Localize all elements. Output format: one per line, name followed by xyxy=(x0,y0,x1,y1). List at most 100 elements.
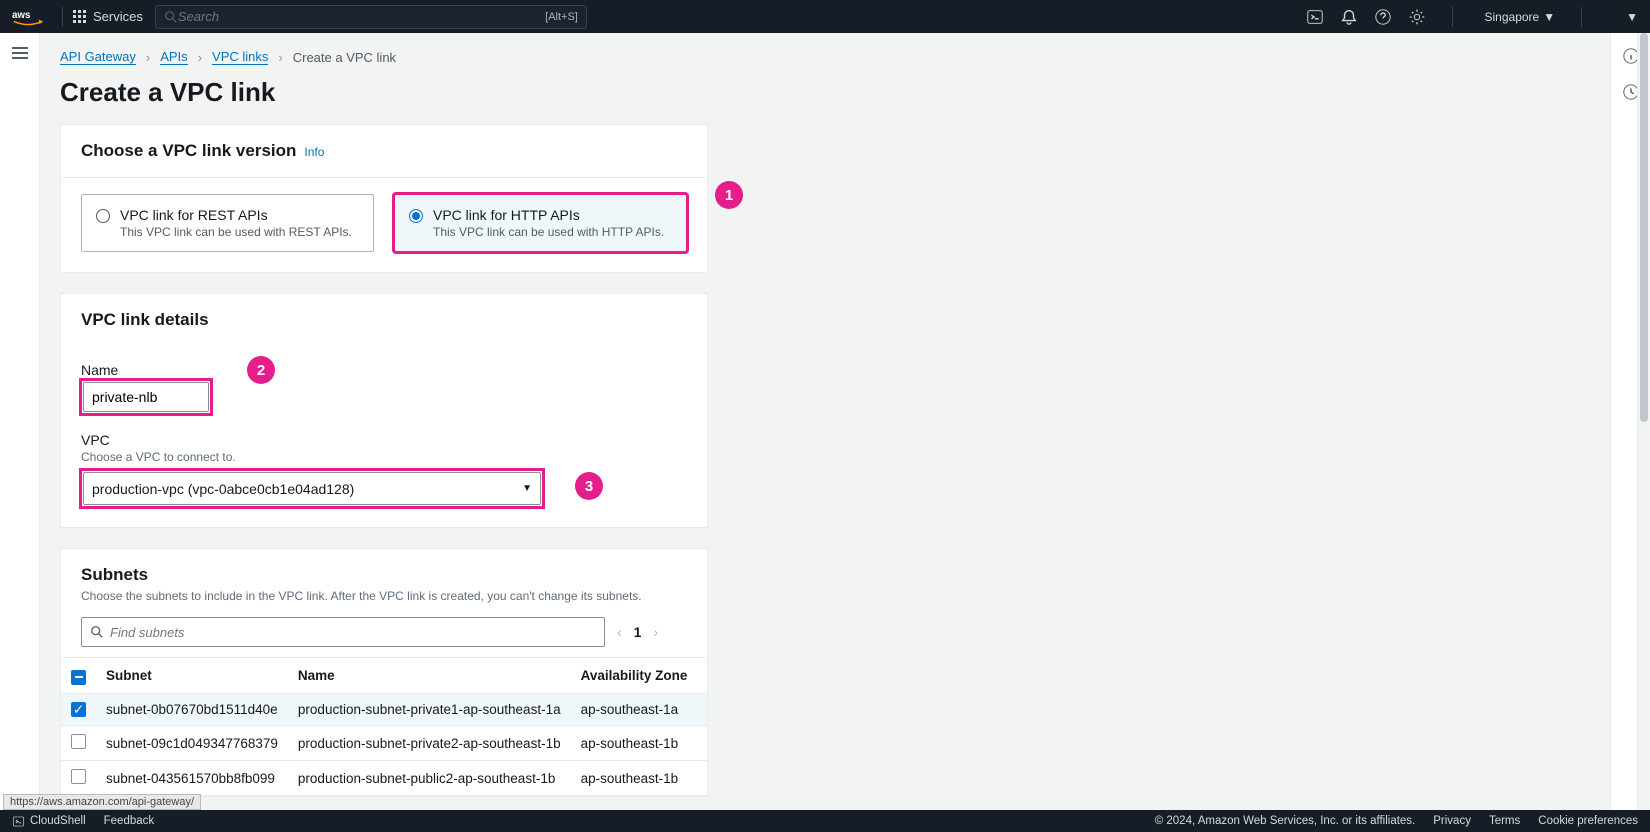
col-subnet[interactable]: Subnet xyxy=(96,658,288,694)
vpc-link-rest-option[interactable]: VPC link for REST APIs This VPC link can… xyxy=(81,194,374,252)
cell-az: ap-southeast-1b xyxy=(571,761,698,796)
cell-az: ap-southeast-1a xyxy=(571,693,698,726)
help-icon[interactable] xyxy=(1374,8,1392,26)
breadcrumb-vpc-links[interactable]: VPC links xyxy=(212,49,268,65)
search-shortcut: [Alt+S] xyxy=(545,11,578,23)
cell-subnet: subnet-0b07670bd1511d40e xyxy=(96,693,288,726)
cloudshell-icon[interactable] xyxy=(1306,8,1324,26)
annotation-marker-3: 3 xyxy=(575,472,603,500)
caret-down-icon: ▼ xyxy=(1626,10,1638,24)
divider xyxy=(1581,7,1582,27)
breadcrumb-current: Create a VPC link xyxy=(293,50,396,65)
copyright: © 2024, Amazon Web Services, Inc. or its… xyxy=(1155,815,1416,827)
row-checkbox[interactable] xyxy=(71,769,86,784)
account-menu[interactable]: ▼ xyxy=(1626,10,1638,24)
col-cidr[interactable]: Su xyxy=(697,658,707,694)
find-subnets-input[interactable] xyxy=(110,625,596,640)
svg-text:aws: aws xyxy=(12,9,31,20)
annotation-marker-2: 2 xyxy=(247,356,275,384)
cell-cidr: 10. xyxy=(697,726,707,761)
search-icon xyxy=(164,10,178,24)
bell-icon[interactable] xyxy=(1340,8,1358,26)
breadcrumb-apis[interactable]: APIs xyxy=(160,49,187,65)
services-menu[interactable]: Services xyxy=(73,9,143,24)
http-option-label: VPC link for HTTP APIs xyxy=(433,207,664,223)
subnets-desc: Choose the subnets to include in the VPC… xyxy=(81,589,687,603)
find-subnets[interactable] xyxy=(81,617,605,647)
breadcrumb-api-gateway[interactable]: API Gateway xyxy=(60,49,136,65)
vpc-select-value: production-vpc (vpc-0abce0cb1e04ad128) xyxy=(92,481,354,497)
search-input[interactable] xyxy=(178,9,545,24)
cloudshell-label: CloudShell xyxy=(30,815,86,827)
gear-icon[interactable] xyxy=(1408,8,1426,26)
cell-cidr: 10. xyxy=(697,693,707,726)
divider xyxy=(1452,7,1453,27)
row-checkbox[interactable]: ✓ xyxy=(71,702,86,717)
table-row[interactable]: subnet-043561570bb8fb099production-subne… xyxy=(61,761,707,796)
col-az[interactable]: Availability Zone xyxy=(571,658,698,694)
scrollbar[interactable] xyxy=(1637,33,1650,810)
hamburger-icon[interactable] xyxy=(12,47,28,59)
pagination: ‹ 1 › xyxy=(617,624,658,640)
side-nav-toggle-region xyxy=(0,33,40,810)
global-nav: aws Services [Alt+S] Singapore ▼ ▼ xyxy=(0,0,1650,33)
breadcrumb: API Gateway › APIs › VPC links › Create … xyxy=(40,33,1610,71)
cell-name: production-subnet-private1-ap-southeast-… xyxy=(288,693,571,726)
vpc-link-http-option[interactable]: VPC link for HTTP APIs This VPC link can… xyxy=(394,194,687,252)
cell-subnet: subnet-043561570bb8fb099 xyxy=(96,761,288,796)
cell-name: production-subnet-private2-ap-southeast-… xyxy=(288,726,571,761)
privacy-link[interactable]: Privacy xyxy=(1433,815,1471,827)
cloudshell-button[interactable]: CloudShell xyxy=(12,815,86,828)
rest-option-desc: This VPC link can be used with REST APIs… xyxy=(120,225,352,239)
cloudshell-icon xyxy=(12,815,25,828)
row-checkbox[interactable] xyxy=(71,734,86,749)
cell-subnet: subnet-09c1d049347768379 xyxy=(96,726,288,761)
annotation-marker-1: 1 xyxy=(715,181,743,209)
details-panel-title: VPC link details xyxy=(81,310,209,330)
caret-down-icon: ▼ xyxy=(1543,10,1555,24)
subnets-table: Subnet Name Availability Zone Su ✓ subnet… xyxy=(61,657,707,796)
prev-page[interactable]: ‹ xyxy=(617,624,622,640)
services-label: Services xyxy=(93,9,143,24)
table-row[interactable]: ✓ subnet-0b07670bd1511d40eproduction-subn… xyxy=(61,693,707,726)
chevron-right-icon: › xyxy=(278,50,282,65)
subnets-panel: Subnets Choose the subnets to include in… xyxy=(60,548,708,797)
vpc-select[interactable]: production-vpc (vpc-0abce0cb1e04ad128) ▼ xyxy=(83,472,541,505)
col-name[interactable]: Name xyxy=(288,658,571,694)
cookies-link[interactable]: Cookie preferences xyxy=(1538,815,1638,827)
http-option-desc: This VPC link can be used with HTTP APIs… xyxy=(433,225,664,239)
feedback-link[interactable]: Feedback xyxy=(104,815,155,827)
page-number: 1 xyxy=(634,624,642,640)
aws-logo[interactable]: aws xyxy=(12,8,44,26)
chevron-right-icon: › xyxy=(198,50,202,65)
console-footer: CloudShell Feedback © 2024, Amazon Web S… xyxy=(0,810,1650,832)
region-selector[interactable]: Singapore ▼ xyxy=(1485,10,1556,24)
info-link[interactable]: Info xyxy=(304,145,324,159)
browser-status-url: https://aws.amazon.com/api-gateway/ xyxy=(3,794,201,810)
page-title: Create a VPC link xyxy=(40,71,1610,124)
chevron-right-icon: › xyxy=(146,50,150,65)
grid-icon xyxy=(73,10,87,24)
vpc-help: Choose a VPC to connect to. xyxy=(81,450,687,464)
cell-az: ap-southeast-1b xyxy=(571,726,698,761)
terms-link[interactable]: Terms xyxy=(1489,815,1520,827)
triangle-down-icon: ▼ xyxy=(522,483,532,494)
table-row[interactable]: subnet-09c1d049347768379production-subne… xyxy=(61,726,707,761)
version-panel-title: Choose a VPC link version xyxy=(81,141,296,161)
radio-icon xyxy=(96,209,110,223)
divider xyxy=(62,7,63,27)
next-page[interactable]: › xyxy=(653,624,658,640)
vpc-label: VPC xyxy=(81,432,687,448)
region-label: Singapore xyxy=(1485,10,1540,24)
details-panel: VPC link details Name 2 VPC Choose a VPC… xyxy=(60,293,708,528)
cell-cidr: 10. xyxy=(697,761,707,796)
search-icon xyxy=(90,625,104,639)
main-content: API Gateway › APIs › VPC links › Create … xyxy=(40,33,1610,810)
version-panel: Choose a VPC link version Info VPC link … xyxy=(60,124,708,273)
radio-icon xyxy=(409,209,423,223)
cell-name: production-subnet-public2-ap-southeast-1… xyxy=(288,761,571,796)
select-all-checkbox[interactable] xyxy=(71,670,86,685)
subnets-panel-title: Subnets xyxy=(81,565,687,585)
name-input[interactable] xyxy=(83,382,209,412)
global-search[interactable]: [Alt+S] xyxy=(155,5,587,29)
